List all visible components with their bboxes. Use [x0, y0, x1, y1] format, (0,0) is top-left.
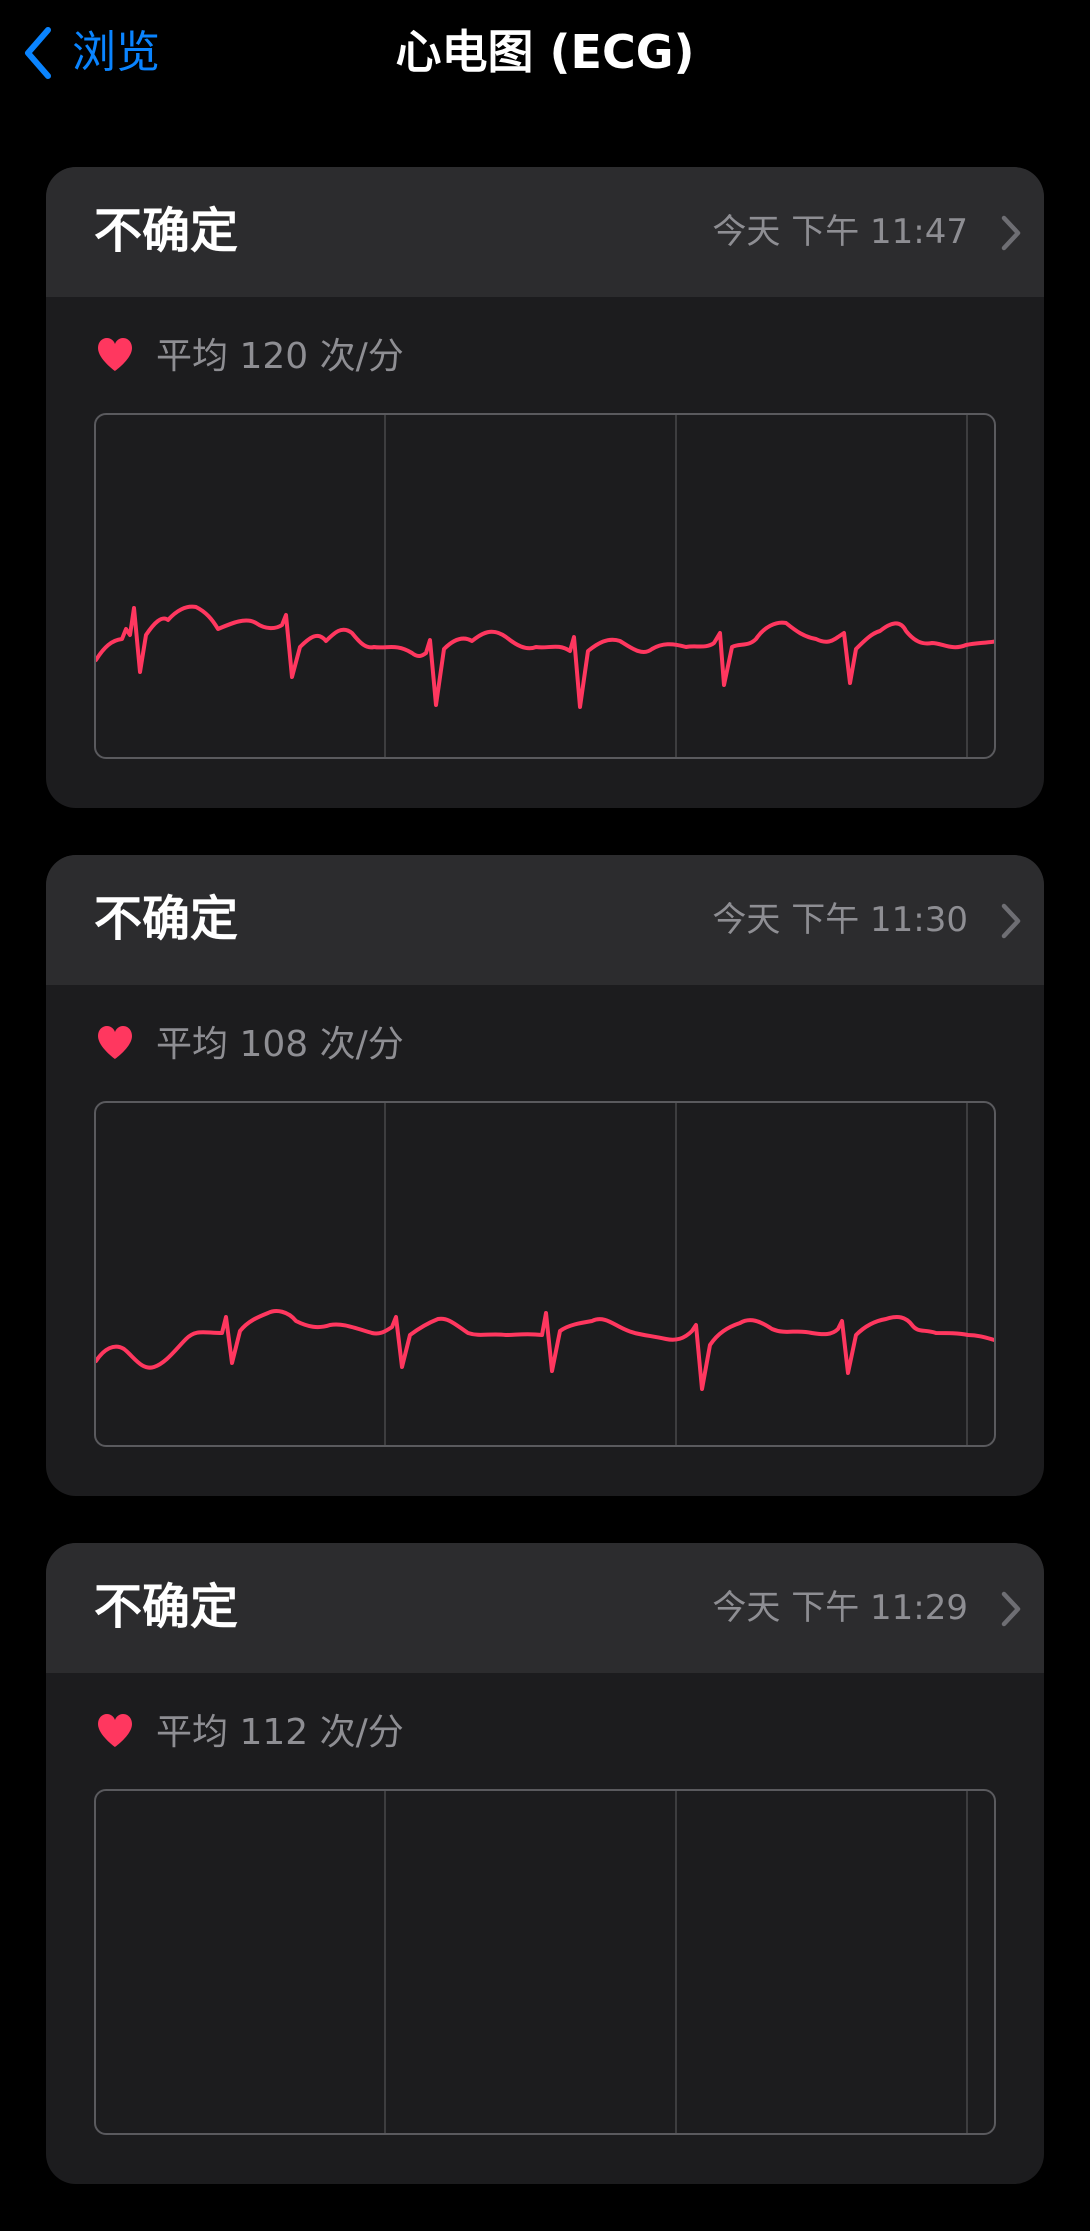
ecg-record-list: 不确定 今天 下午 11:47 平均 120 次/分 不确定 今天 下午 11:… — [46, 167, 1044, 2231]
record-timestamp: 今天 下午 11:30 — [712, 900, 968, 940]
heart-icon — [96, 337, 134, 377]
record-classification: 不确定 — [94, 891, 239, 947]
chevron-right-icon — [1000, 215, 1022, 255]
heart-icon — [96, 1713, 134, 1753]
ecg-trace — [96, 1309, 994, 1391]
ecg-record-card[interactable]: 不确定 今天 下午 11:30 平均 108 次/分 — [46, 855, 1044, 1496]
heart-icon — [96, 1025, 134, 1065]
record-classification: 不确定 — [94, 203, 239, 259]
page-title: 心电图 (ECG) — [395, 25, 695, 79]
average-heart-rate: 平均 108 次/分 — [96, 1015, 404, 1075]
average-bpm-label: 平均 112 次/分 — [156, 1712, 404, 1753]
ecg-trace — [96, 604, 994, 709]
record-header[interactable]: 不确定 今天 下午 11:47 — [46, 167, 1044, 297]
record-header[interactable]: 不确定 今天 下午 11:30 — [46, 855, 1044, 985]
average-bpm-label: 平均 108 次/分 — [156, 1024, 404, 1065]
average-heart-rate: 平均 120 次/分 — [96, 327, 404, 387]
ecg-record-card[interactable]: 不确定 今天 下午 11:29 平均 112 次/分 — [46, 1543, 1044, 2184]
average-heart-rate: 平均 112 次/分 — [96, 1703, 404, 1763]
average-bpm-label: 平均 120 次/分 — [156, 336, 404, 377]
navigation-bar: 浏览 心电图 (ECG) — [0, 0, 1090, 110]
record-timestamp: 今天 下午 11:47 — [712, 212, 968, 252]
record-header[interactable]: 不确定 今天 下午 11:29 — [46, 1543, 1044, 1673]
ecg-waveform-chart — [94, 1101, 996, 1447]
record-classification: 不确定 — [94, 1579, 239, 1635]
record-timestamp: 今天 下午 11:29 — [712, 1588, 968, 1628]
chevron-right-icon — [1000, 1591, 1022, 1631]
ecg-waveform-chart — [94, 1789, 996, 2135]
chevron-right-icon — [1000, 903, 1022, 943]
ecg-record-card[interactable]: 不确定 今天 下午 11:47 平均 120 次/分 — [46, 167, 1044, 808]
ecg-waveform-chart — [94, 413, 996, 759]
